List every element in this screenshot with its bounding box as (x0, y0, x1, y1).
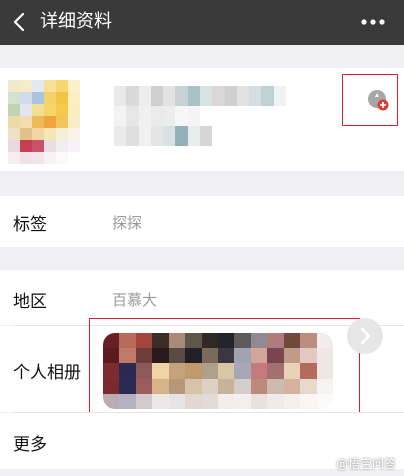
tags-label: 标签 (13, 215, 47, 235)
top-navigation-bar: 详细资料 (0, 0, 404, 45)
more-label: 更多 (13, 435, 47, 455)
watermark-text: @悟空问答 (335, 457, 396, 471)
region-row[interactable]: 地区 百慕大 (0, 270, 404, 325)
page-title: 详细资料 (40, 11, 112, 32)
region-label: 地区 (13, 292, 47, 312)
add-friend-highlight-box (342, 74, 398, 126)
more-dots-icon[interactable] (360, 12, 386, 32)
chevron-right-icon[interactable] (347, 318, 383, 354)
blurred-name-and-id (114, 86, 286, 146)
avatar[interactable] (8, 80, 92, 164)
region-value: 百慕大 (112, 291, 158, 309)
tags-row[interactable]: 标签 探探 (0, 196, 404, 247)
album-highlight-box (89, 318, 360, 425)
back-chevron-icon[interactable] (8, 10, 32, 34)
tags-value: 探探 (112, 214, 143, 232)
album-label: 个人相册 (13, 363, 81, 383)
